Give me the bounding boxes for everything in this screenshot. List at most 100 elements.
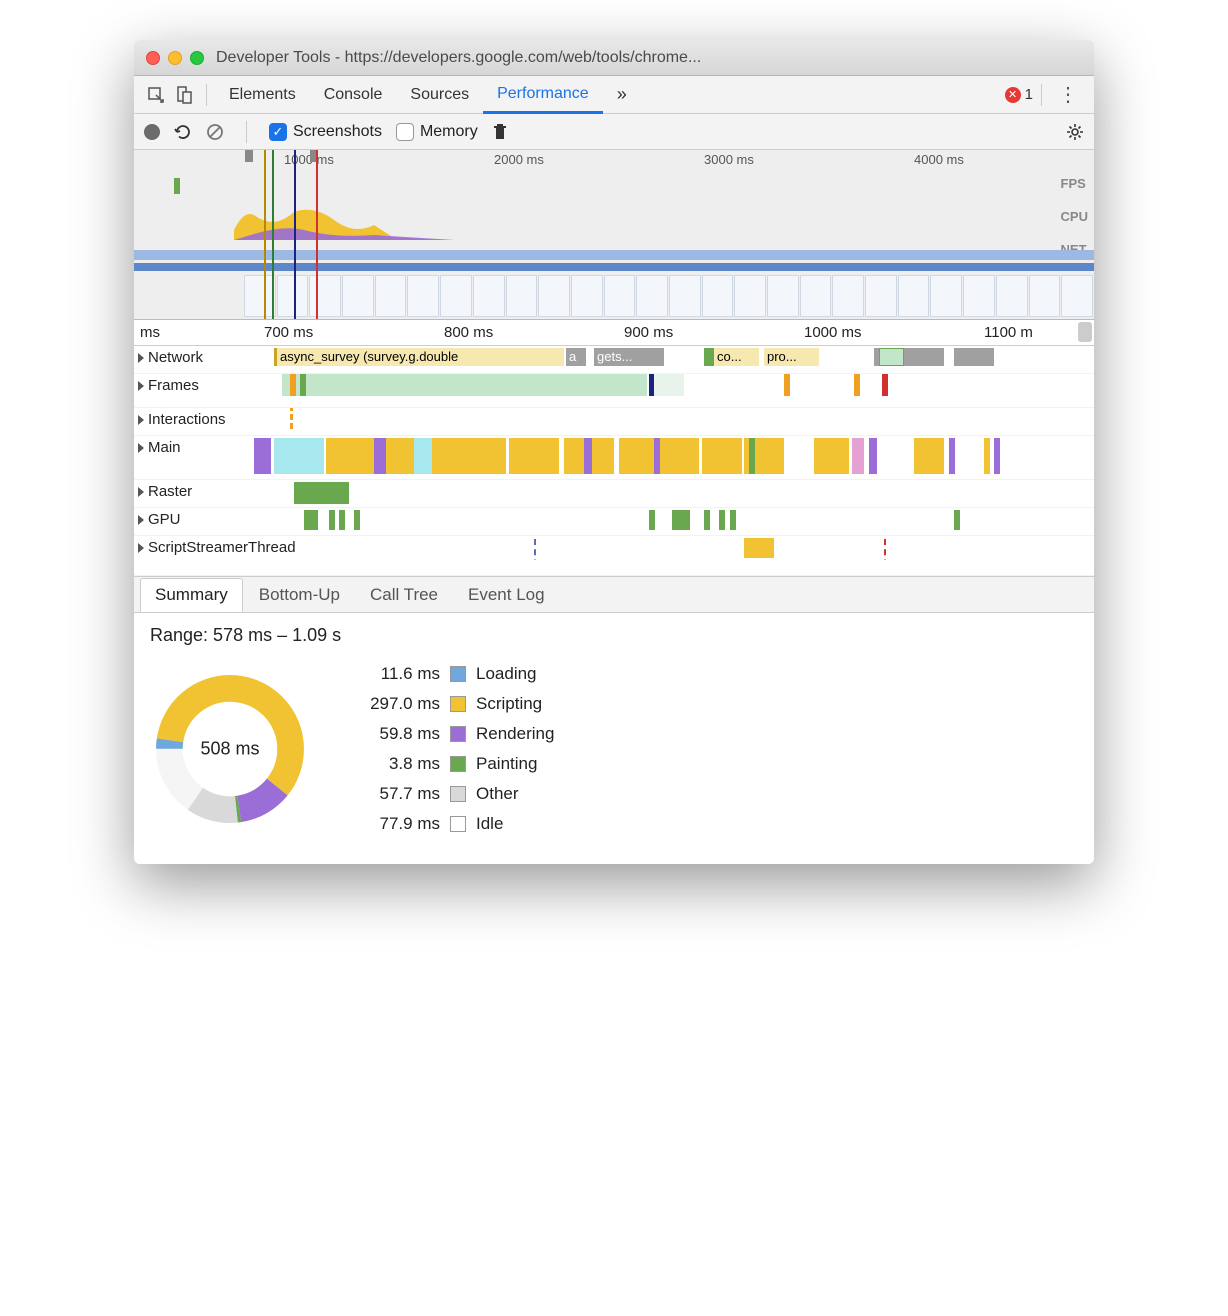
donut-chart: 508 ms	[150, 669, 310, 829]
scrollbar-thumb[interactable]	[1078, 322, 1092, 342]
flame-bar[interactable]	[984, 438, 990, 474]
reload-icon[interactable]	[174, 123, 192, 141]
legend-row: 57.7 msOther	[350, 784, 554, 804]
disclosure-icon[interactable]	[138, 415, 144, 425]
trash-icon[interactable]	[492, 123, 508, 141]
marker-line	[294, 150, 296, 319]
frame-marker[interactable]	[882, 374, 888, 396]
tab-elements[interactable]: Elements	[215, 76, 310, 114]
gpu-bar[interactable]	[649, 510, 655, 530]
tab-more[interactable]: »	[603, 76, 641, 114]
disclosure-icon[interactable]	[138, 515, 144, 525]
network-bar[interactable]	[879, 348, 904, 366]
flame-bar[interactable]	[949, 438, 955, 474]
legend-row: 77.9 msIdle	[350, 814, 554, 834]
flame-bar[interactable]	[702, 438, 742, 474]
track-interactions[interactable]: Interactions	[134, 408, 1094, 436]
gpu-bar[interactable]	[719, 510, 725, 530]
frame-bar[interactable]	[784, 374, 790, 396]
checkbox-off-icon	[396, 123, 414, 141]
track-raster[interactable]: Raster	[134, 480, 1094, 508]
disclosure-icon[interactable]	[138, 353, 144, 363]
minimize-icon[interactable]	[168, 51, 182, 65]
flame-bar[interactable]	[509, 438, 559, 474]
overview-pane[interactable]: 1000 ms 2000 ms 3000 ms 4000 ms FPS CPU …	[134, 150, 1094, 320]
inspect-icon[interactable]	[142, 81, 170, 109]
frame-bar[interactable]	[300, 374, 306, 396]
marker	[290, 408, 299, 432]
gpu-bar[interactable]	[704, 510, 710, 530]
clear-icon[interactable]	[206, 123, 224, 141]
flame-bar[interactable]	[749, 438, 755, 474]
flame-bar[interactable]	[254, 438, 271, 474]
tab-console[interactable]: Console	[310, 76, 397, 114]
detail-tabbar: Summary Bottom-Up Call Tree Event Log	[134, 577, 1094, 613]
track-scriptstreamer[interactable]: ScriptStreamerThread	[134, 536, 1094, 576]
screenshot-strip	[244, 275, 1094, 317]
zoom-icon[interactable]	[190, 51, 204, 65]
frame-bar[interactable]	[654, 374, 684, 396]
flame-bar[interactable]	[414, 438, 432, 474]
gpu-bar[interactable]	[672, 510, 690, 530]
disclosure-icon[interactable]	[138, 381, 144, 391]
screenshots-checkbox[interactable]: ✓ Screenshots	[269, 123, 382, 141]
marker-dcl	[884, 536, 886, 560]
flame-bar[interactable]	[852, 438, 864, 474]
gear-icon[interactable]	[1066, 123, 1084, 141]
perf-toolbar: ✓ Screenshots Memory	[134, 114, 1094, 150]
legend-swatch	[450, 696, 466, 712]
gpu-bar[interactable]	[304, 510, 318, 530]
raster-bar[interactable]	[294, 482, 349, 504]
script-bar[interactable]	[744, 538, 774, 558]
network-bar[interactable]: pro...	[764, 348, 819, 366]
frame-bar[interactable]	[854, 374, 860, 396]
tab-bottomup[interactable]: Bottom-Up	[245, 579, 354, 611]
memory-checkbox[interactable]: Memory	[396, 123, 478, 141]
gpu-bar[interactable]	[354, 510, 360, 530]
track-network[interactable]: Network async_survey (survey.g.double a …	[134, 346, 1094, 374]
gpu-bar[interactable]	[730, 510, 736, 530]
network-bar[interactable]	[954, 348, 994, 366]
flame-ruler[interactable]: ms 700 ms 800 ms 900 ms 1000 ms 1100 m	[134, 320, 1094, 346]
flame-bar[interactable]	[584, 438, 592, 474]
divider	[1041, 84, 1042, 106]
network-bar[interactable]: co...	[714, 348, 759, 366]
network-bar[interactable]	[704, 348, 714, 366]
kebab-icon[interactable]: ⋮	[1050, 82, 1086, 107]
gpu-bar[interactable]	[329, 510, 335, 530]
flame-bar[interactable]	[869, 438, 877, 474]
flame-bar[interactable]	[654, 438, 660, 474]
track-main[interactable]: Main	[134, 436, 1094, 480]
disclosure-icon[interactable]	[138, 543, 144, 553]
flame-bar[interactable]	[914, 438, 944, 474]
close-icon[interactable]	[146, 51, 160, 65]
error-icon: ✕	[1005, 87, 1021, 103]
frame-bar[interactable]	[282, 374, 647, 396]
tab-calltree[interactable]: Call Tree	[356, 579, 452, 611]
track-gpu[interactable]: GPU	[134, 508, 1094, 536]
tab-summary[interactable]: Summary	[140, 578, 243, 612]
gpu-bar[interactable]	[954, 510, 960, 530]
flame-bar[interactable]	[374, 438, 386, 474]
network-bar[interactable]: gets...	[594, 348, 664, 366]
selection-handles[interactable]	[249, 150, 314, 319]
flame-bar[interactable]	[994, 438, 1000, 474]
record-button[interactable]	[144, 124, 160, 140]
flame-bar[interactable]	[814, 438, 849, 474]
flame-bar[interactable]	[274, 438, 324, 474]
tab-sources[interactable]: Sources	[396, 76, 483, 114]
disclosure-icon[interactable]	[138, 487, 144, 497]
network-bar[interactable]: a	[566, 348, 586, 366]
legend-swatch	[450, 786, 466, 802]
gpu-bar[interactable]	[339, 510, 345, 530]
device-icon[interactable]	[170, 81, 198, 109]
error-badge[interactable]: ✕ 1	[1005, 86, 1033, 103]
frame-bar[interactable]	[290, 374, 296, 396]
marker-load	[534, 536, 536, 560]
legend-value: 59.8 ms	[350, 724, 440, 744]
track-frames[interactable]: Frames 603.6 ms 206.0 ms	[134, 374, 1094, 408]
network-bar[interactable]: async_survey (survey.g.double	[274, 348, 564, 366]
disclosure-icon[interactable]	[138, 443, 144, 453]
tab-performance[interactable]: Performance	[483, 76, 603, 114]
tab-eventlog[interactable]: Event Log	[454, 579, 559, 611]
